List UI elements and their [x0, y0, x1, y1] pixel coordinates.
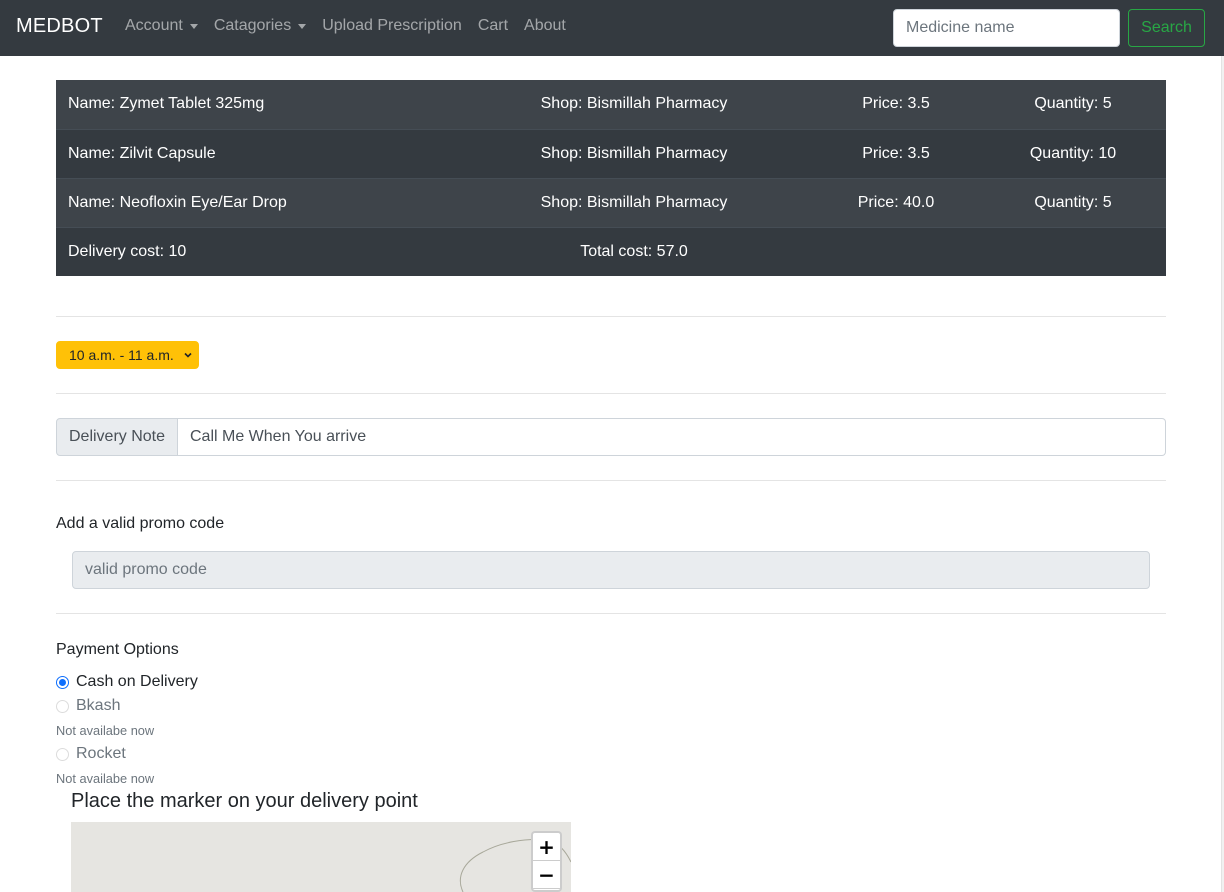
nav-account-dropdown[interactable]: Account [125, 17, 198, 35]
delivery-note-input[interactable] [178, 418, 1166, 456]
nav-links: Account Catagories Upload Prescription C… [125, 17, 582, 35]
item-quantity: Quantity: 10 [980, 128, 1166, 178]
empty-cell [980, 226, 1166, 276]
item-price: Price: 40.0 [812, 177, 980, 227]
nav-about[interactable]: About [524, 17, 566, 35]
divider [56, 613, 1166, 614]
item-shop: Shop: Bismillah Pharmacy [456, 177, 812, 227]
map-road-outline [459, 839, 571, 892]
payment-option-rocket[interactable]: Rocket [56, 745, 126, 763]
payment-option-bkash[interactable]: Bkash [56, 697, 120, 715]
radio-unchecked-icon[interactable] [56, 747, 69, 761]
search-button[interactable]: Search [1128, 9, 1205, 47]
table-row: Name: Neofloxin Eye/Ear Drop Shop: Bismi… [56, 177, 1166, 227]
item-shop: Shop: Bismillah Pharmacy [456, 80, 812, 129]
item-price: Price: 3.5 [812, 80, 980, 129]
delivery-cost: Delivery cost: 10 [56, 226, 456, 276]
map-zoom-control: + − [531, 831, 562, 892]
delivery-note-group: Delivery Note [56, 418, 1166, 456]
empty-cell [812, 226, 980, 276]
caret-down-icon [298, 23, 307, 29]
table-row-totals: Delivery cost: 10 Total cost: 57.0 [56, 226, 1166, 276]
item-quantity: Quantity: 5 [980, 177, 1166, 227]
payment-option-note: Not availabe now [56, 723, 155, 738]
payment-option-cod[interactable]: Cash on Delivery [56, 673, 198, 691]
item-shop: Shop: Bismillah Pharmacy [456, 128, 812, 178]
nav-upload-prescription[interactable]: Upload Prescription [322, 17, 462, 35]
payment-option-label: Bkash [76, 697, 121, 714]
delivery-time-value: 10 a.m. - 11 a.m. [69, 347, 174, 363]
delivery-note-label: Delivery Note [56, 418, 178, 456]
delivery-map[interactable] [71, 822, 571, 892]
payment-options-title: Payment Options [56, 641, 179, 658]
map-title: Place the marker on your delivery point [71, 790, 418, 812]
promo-code-input[interactable] [72, 551, 1150, 589]
zoom-in-button[interactable]: + [533, 833, 560, 861]
nav-cart[interactable]: Cart [478, 17, 508, 35]
total-cost: Total cost: 57.0 [456, 226, 812, 276]
item-quantity: Quantity: 5 [980, 80, 1166, 129]
nav-categories-label: Catagories [213, 17, 292, 34]
divider [56, 480, 1166, 481]
item-name: Name: Neofloxin Eye/Ear Drop [56, 177, 456, 227]
promo-title: Add a valid promo code [56, 515, 225, 532]
cart-table: Name: Zymet Tablet 325mg Shop: Bismillah… [56, 80, 1166, 276]
divider [56, 316, 1166, 317]
caret-down-icon [189, 23, 198, 29]
nav-categories-dropdown[interactable]: Catagories [213, 17, 307, 35]
radio-checked-icon[interactable] [56, 675, 69, 689]
payment-option-label: Cash on Delivery [76, 673, 198, 690]
brand-logo[interactable]: MEDBOT [16, 15, 103, 38]
table-row: Name: Zilvit Capsule Shop: Bismillah Pha… [56, 128, 1166, 178]
payment-option-label: Rocket [76, 745, 126, 762]
divider [56, 393, 1166, 394]
zoom-out-button[interactable]: − [533, 861, 560, 889]
item-name: Name: Zymet Tablet 325mg [56, 80, 456, 129]
payment-option-note: Not availabe now [56, 771, 155, 786]
item-name: Name: Zilvit Capsule [56, 128, 456, 178]
top-navbar: MEDBOT Account Catagories Upload Prescri… [0, 0, 1224, 56]
table-row: Name: Zymet Tablet 325mg Shop: Bismillah… [56, 80, 1166, 129]
delivery-time-select[interactable]: 10 a.m. - 11 a.m. [56, 341, 199, 369]
medicine-search-input[interactable] [893, 9, 1120, 47]
nav-account-label: Account [125, 17, 183, 34]
chevron-down-icon [184, 352, 192, 358]
radio-unchecked-icon[interactable] [56, 699, 69, 713]
item-price: Price: 3.5 [812, 128, 980, 178]
